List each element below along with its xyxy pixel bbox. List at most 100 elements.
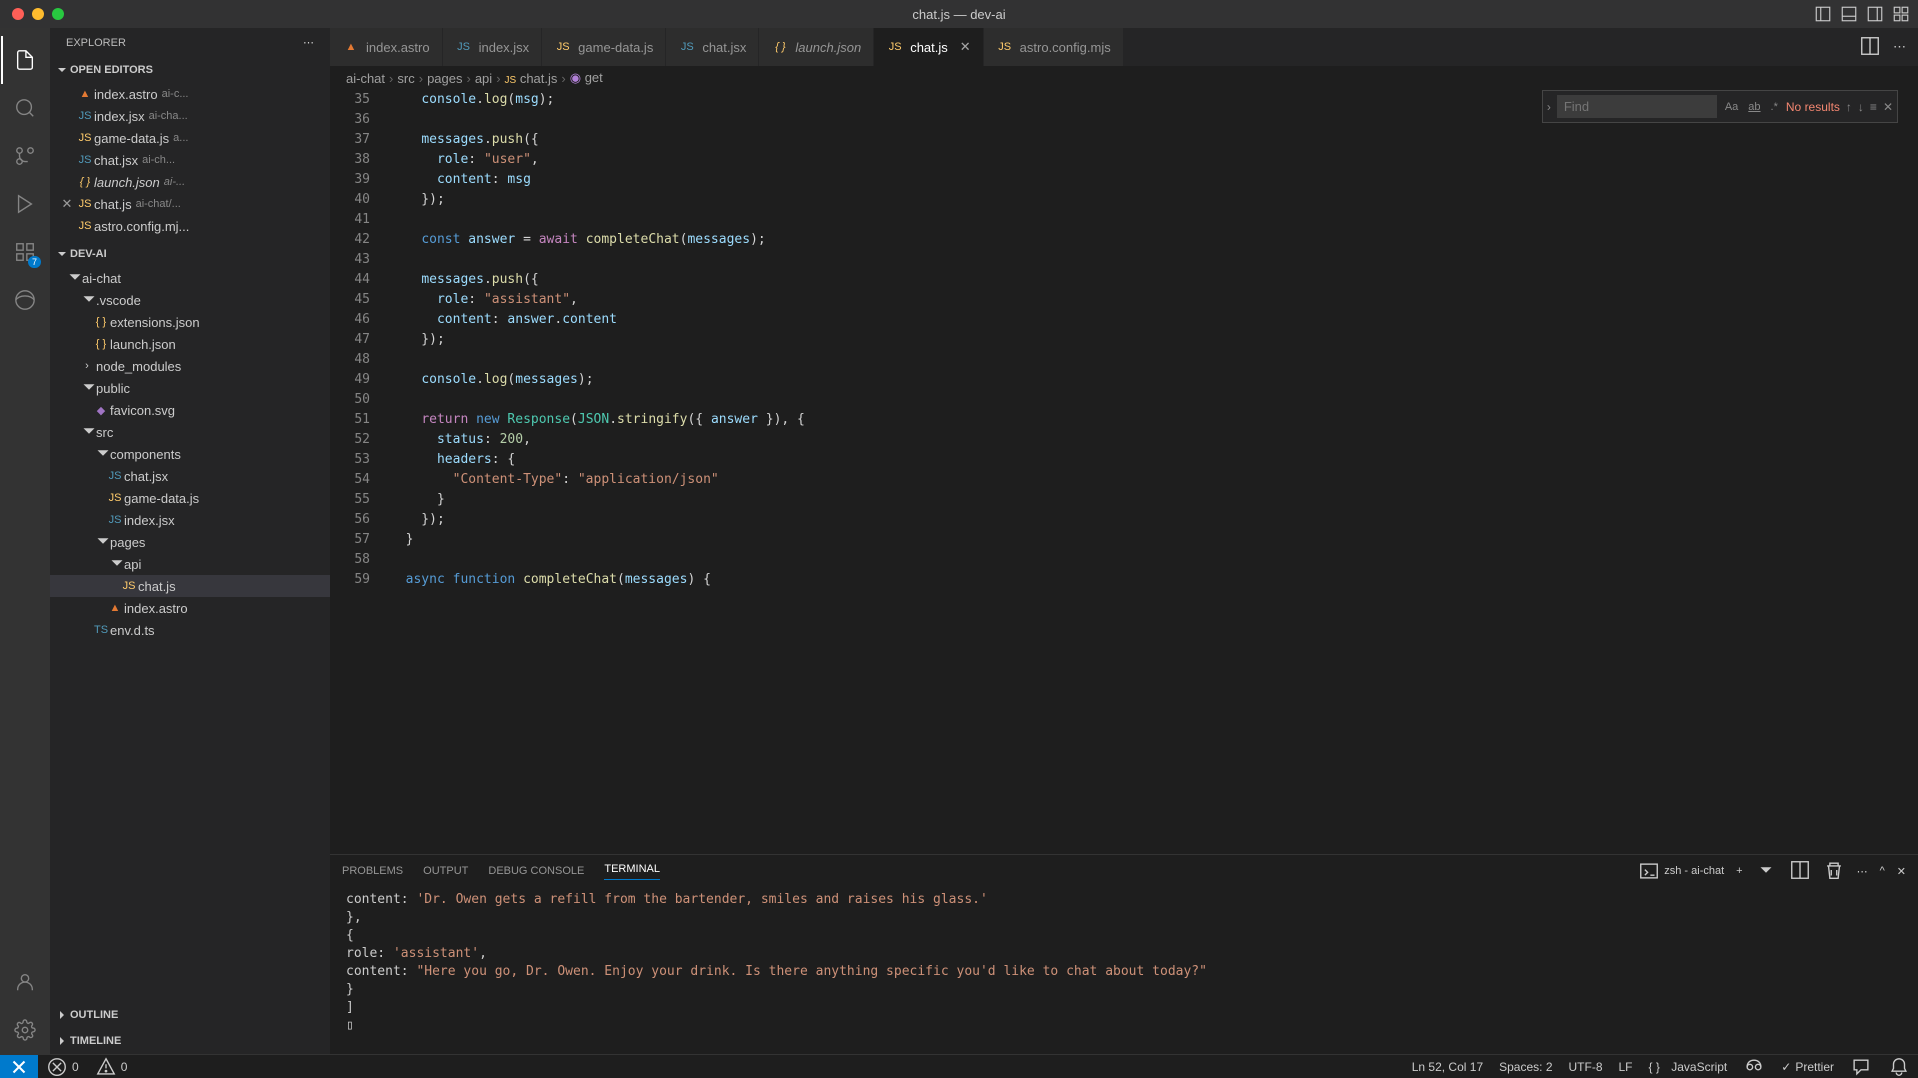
find-prev-icon[interactable]: ↑ [1846,100,1852,114]
terminal-dropdown-icon[interactable] [1755,859,1777,884]
search-tab[interactable] [1,84,49,132]
run-debug-tab[interactable] [1,180,49,228]
feedback-icon[interactable] [1842,1056,1880,1078]
open-editor-item[interactable]: ▲index.astroai-c... [50,83,330,105]
match-case-icon[interactable]: Aa [1723,99,1740,115]
tree-item[interactable]: .vscode [50,289,330,311]
breadcrumb-item[interactable]: JS chat.js [505,71,558,86]
find-expand-icon[interactable]: › [1547,100,1551,114]
panel-tab[interactable]: DEBUG CONSOLE [488,865,584,877]
cursor-position[interactable]: Ln 52, Col 17 [1404,1056,1491,1078]
tree-item[interactable]: JSindex.jsx [50,509,330,531]
terminal-more-icon[interactable]: ⋯ [1857,865,1868,878]
maximize-window-button[interactable] [52,8,64,20]
tree-item[interactable]: { }extensions.json [50,311,330,333]
tab-close-icon[interactable]: ✕ [960,39,971,55]
breadcrumb-item[interactable]: src [397,71,414,86]
open-editor-item[interactable]: JSindex.jsxai-cha... [50,105,330,127]
indentation[interactable]: Spaces: 2 [1491,1056,1560,1078]
editor-tab[interactable]: { }launch.json [759,28,874,66]
prettier-button[interactable]: ✓ Prettier [1773,1056,1842,1078]
panel-tab[interactable]: PROBLEMS [342,865,403,877]
find-next-icon[interactable]: ↓ [1858,100,1864,114]
open-editor-item[interactable]: JSgame-data.jsa... [50,127,330,149]
copilot-icon[interactable] [1735,1056,1773,1078]
split-editor-icon[interactable] [1859,35,1881,60]
tree-item[interactable]: ◆favicon.svg [50,399,330,421]
editor-tab[interactable]: JSchat.js✕ [874,28,983,66]
match-word-icon[interactable]: ab [1746,99,1762,115]
activity-bar: 7 [0,28,50,1054]
accounts-tab[interactable] [1,958,49,1006]
settings-tab[interactable] [1,1006,49,1054]
customize-layout-icon[interactable] [1892,5,1910,23]
editor-tab[interactable]: ▲index.astro [330,28,443,66]
tree-item[interactable]: ›node_modules [50,355,330,377]
tree-item[interactable]: public [50,377,330,399]
edge-tools-tab[interactable] [1,276,49,324]
eol[interactable]: LF [1611,1056,1641,1078]
language-mode[interactable]: { } JavaScript [1641,1056,1736,1078]
breadcrumb-item[interactable]: ai-chat [346,71,385,86]
terminal-add-icon[interactable]: + [1736,865,1742,877]
titlebar-actions [1814,5,1910,23]
panel-close-icon[interactable]: ✕ [1897,865,1906,878]
editor-tab[interactable]: JSgame-data.js [542,28,666,66]
open-editor-item[interactable]: JSastro.config.mj... [50,215,330,237]
tree-item[interactable]: TSenv.d.ts [50,619,330,641]
find-input[interactable] [1557,95,1717,118]
open-editor-item[interactable]: ✕JSchat.jsai-chat/... [50,193,330,215]
close-editor-icon[interactable]: ✕ [58,196,76,212]
breadcrumb-item[interactable]: pages [427,71,462,86]
encoding[interactable]: UTF-8 [1561,1056,1611,1078]
terminal-content[interactable]: content: 'Dr. Owen gets a refill from th… [330,887,1918,1054]
find-close-icon[interactable]: ✕ [1883,100,1893,114]
tree-item[interactable]: pages [50,531,330,553]
close-window-button[interactable] [12,8,24,20]
bell-icon[interactable] [1880,1056,1918,1078]
warnings-button[interactable]: 0 [87,1056,136,1078]
toggle-secondary-sidebar-icon[interactable] [1866,5,1884,23]
tree-item[interactable]: ai-chat [50,267,330,289]
toggle-panel-icon[interactable] [1840,5,1858,23]
tab-more-icon[interactable]: ⋯ [1893,39,1906,55]
editor-pane[interactable]: › Aa ab .* No results ↑ ↓ ≡ ✕ 3536373839… [330,90,1918,854]
explorer-tab[interactable] [1,36,49,84]
terminal-shell-icon[interactable]: zsh - ai-chat [1638,860,1724,882]
panel-maximize-icon[interactable]: ^ [1880,865,1885,877]
timeline-header[interactable]: TIMELINE [50,1028,330,1054]
tree-item[interactable]: ▲index.astro [50,597,330,619]
outline-header[interactable]: OUTLINE [50,1002,330,1028]
editor-tab[interactable]: JSchat.jsx [666,28,759,66]
toggle-primary-sidebar-icon[interactable] [1814,5,1832,23]
terminal-kill-icon[interactable] [1823,859,1845,884]
source-control-tab[interactable] [1,132,49,180]
editor-tab[interactable]: JSindex.jsx [443,28,543,66]
tree-item[interactable]: components [50,443,330,465]
tree-item[interactable]: api [50,553,330,575]
open-editors-header[interactable]: OPEN EDITORS [50,57,330,83]
errors-button[interactable]: 0 [38,1056,87,1078]
tree-item[interactable]: JSchat.jsx [50,465,330,487]
project-header[interactable]: DEV-AI [50,241,330,267]
explorer-more-icon[interactable]: ⋯ [303,36,314,49]
tree-item[interactable]: JSgame-data.js [50,487,330,509]
breadcrumbs[interactable]: ai-chat›src›pages›api›JS chat.js›◉ get [330,66,1918,90]
editor-tab[interactable]: JSastro.config.mjs [984,28,1124,66]
breadcrumb-item[interactable]: ◉ get [570,70,603,86]
extensions-tab[interactable]: 7 [1,228,49,276]
code-content[interactable]: console.log(msg); messages.push({ role: … [390,90,1918,854]
panel-tab[interactable]: TERMINAL [604,863,660,880]
open-editor-item[interactable]: { }launch.jsonai-... [50,171,330,193]
tree-item[interactable]: { }launch.json [50,333,330,355]
tree-item[interactable]: JSchat.js [50,575,330,597]
remote-button[interactable] [0,1055,38,1078]
open-editor-item[interactable]: JSchat.jsxai-ch... [50,149,330,171]
minimize-window-button[interactable] [32,8,44,20]
terminal-split-icon[interactable] [1789,859,1811,884]
tree-item[interactable]: src [50,421,330,443]
regex-icon[interactable]: .* [1769,99,1780,115]
panel-tab[interactable]: OUTPUT [423,865,468,877]
find-selection-icon[interactable]: ≡ [1870,100,1877,114]
breadcrumb-item[interactable]: api [475,71,492,86]
